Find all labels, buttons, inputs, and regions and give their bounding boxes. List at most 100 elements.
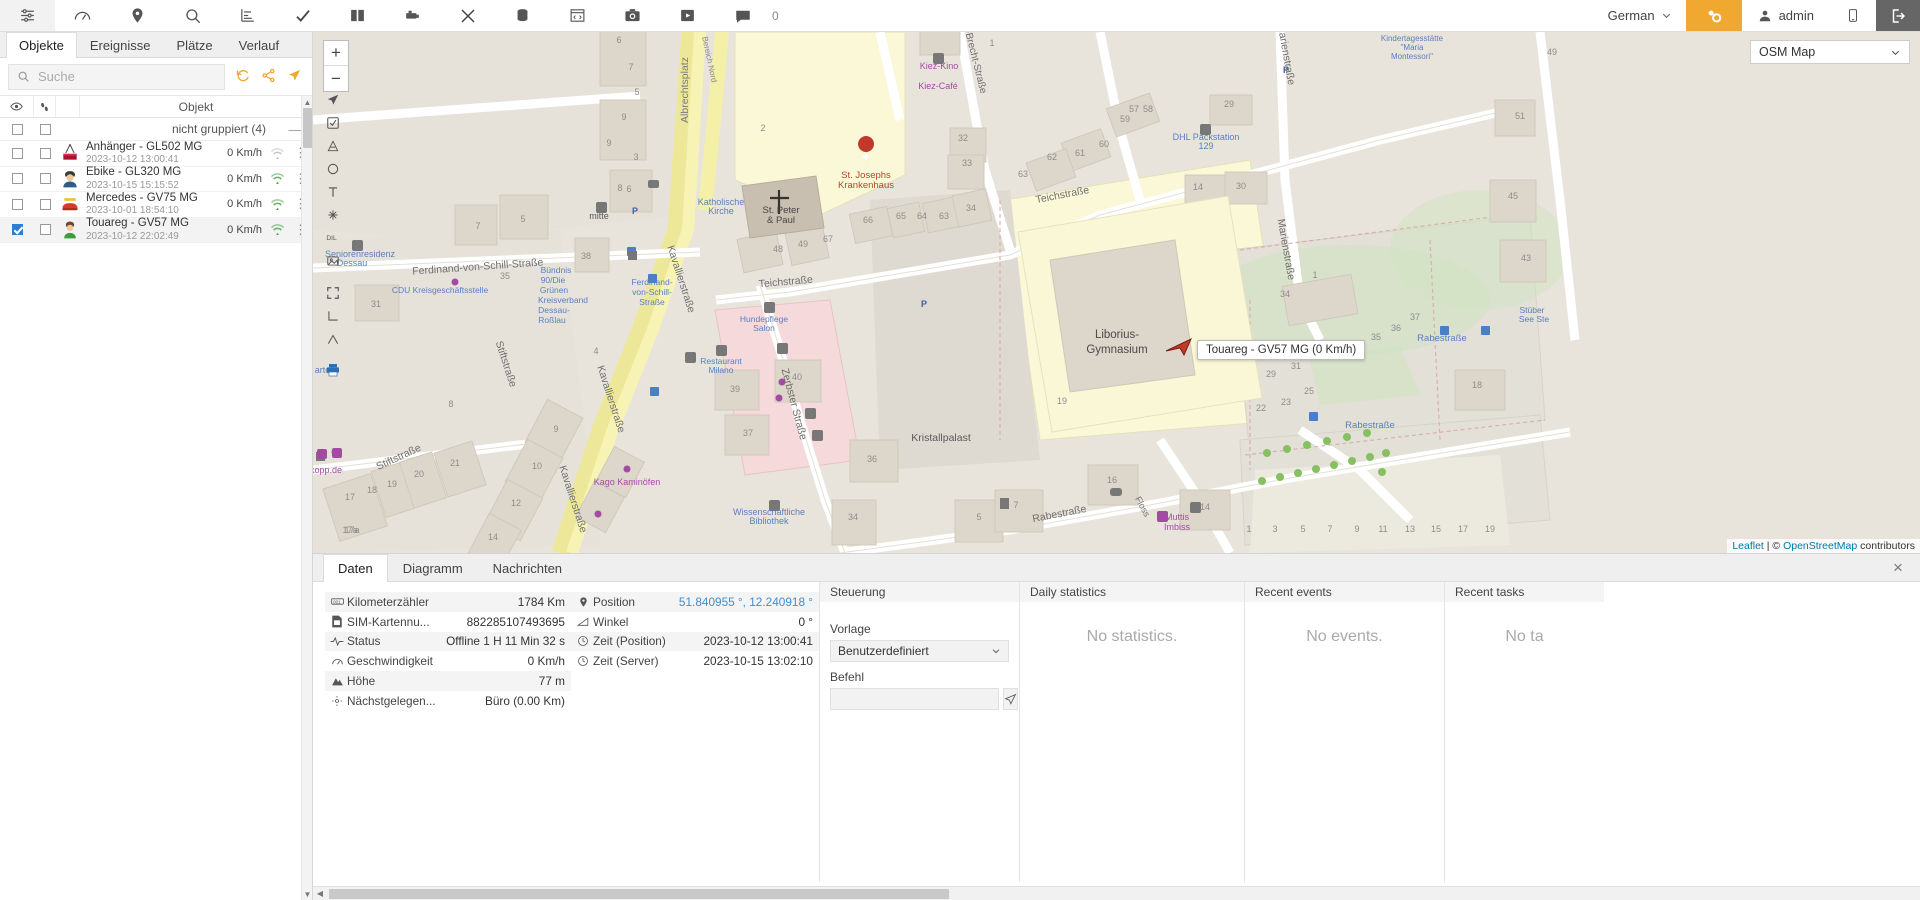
refresh-button[interactable]	[233, 68, 251, 86]
group-row[interactable]: nicht gruppiert (4) —	[0, 118, 312, 141]
camera-icon[interactable]	[605, 0, 660, 31]
trail-checkbox[interactable]	[39, 147, 51, 159]
left-sidebar: Objekte Ereignisse Plätze Verlauf Suche …	[0, 32, 313, 900]
object-name: Mercedes - GV75 MG	[86, 191, 198, 204]
reports-chart-icon[interactable]	[220, 0, 275, 31]
sidebar-scrollbar[interactable]: ▲ ▼	[301, 96, 312, 900]
command-input[interactable]	[830, 688, 999, 710]
settings-sliders-icon[interactable]	[0, 0, 55, 31]
follow-button[interactable]	[286, 68, 304, 86]
chevron-down-icon	[1891, 50, 1900, 55]
object-row-touareg[interactable]: Touareg - GV57 MG 2023-10-12 22:02:49 0 …	[0, 217, 312, 243]
measure-tool[interactable]	[322, 134, 344, 157]
object-name-cell: Mercedes - GV75 MG 2023-10-01 18:54:10	[84, 192, 208, 217]
object-row-anhaenger[interactable]: Anhänger - GL502 MG 2023-10-12 13:00:41 …	[0, 141, 312, 167]
command-row	[830, 688, 1018, 710]
vehicle-marker[interactable]	[1164, 333, 1194, 362]
route-tool[interactable]: DIL	[322, 226, 344, 249]
person-green-icon	[56, 220, 84, 240]
object-name-cell: Anhänger - GL502 MG 2023-10-12 13:00:41	[84, 141, 208, 166]
trail-column-icon[interactable]	[34, 96, 56, 117]
scroll-left-arrow[interactable]: ◀	[313, 889, 327, 898]
maintenance-engine-icon[interactable]	[385, 0, 440, 31]
zoom-in-button[interactable]: +	[324, 41, 348, 66]
object-time: 2023-10-12 13:00:41	[86, 154, 179, 166]
map-type-selector[interactable]: OSM Map	[1750, 40, 1910, 64]
details-horizontal-scrollbar[interactable]: ◀	[313, 886, 1920, 900]
map-marker-icon[interactable]	[110, 0, 165, 31]
language-label: German	[1607, 8, 1655, 23]
image-tool[interactable]	[322, 249, 344, 272]
tab-verlauf[interactable]: Verlauf	[226, 32, 292, 57]
tab-objekte[interactable]: Objekte	[6, 32, 77, 58]
position-value[interactable]: 51.840955 °, 12.240918 °	[679, 595, 813, 609]
tasks-check-icon[interactable]	[275, 0, 330, 31]
group-trail-checkbox[interactable]	[39, 123, 51, 135]
template-label: Vorlage	[830, 622, 871, 636]
object-time: 2023-10-01 18:54:10	[86, 205, 179, 217]
tab-daten[interactable]: Daten	[323, 554, 388, 582]
visibility-checkbox[interactable]	[11, 147, 23, 159]
video-icon[interactable]	[660, 0, 715, 31]
close-panel-button[interactable]: ×	[1886, 554, 1910, 582]
trail-checkbox[interactable]	[39, 198, 51, 210]
tools-icon[interactable]	[440, 0, 495, 31]
code-window-icon[interactable]	[550, 0, 605, 31]
language-selector[interactable]: German	[1594, 0, 1686, 31]
print-tool[interactable]	[322, 358, 344, 382]
visibility-checkbox[interactable]	[11, 173, 23, 185]
visibility-column-icon[interactable]	[0, 96, 34, 117]
hscroll-thumb[interactable]	[329, 888, 949, 899]
object-row-mercedes[interactable]: Mercedes - GV75 MG 2023-10-01 18:54:10 0…	[0, 192, 312, 218]
map-view[interactable]: PPP Albrechtsplatz St. Josephs Krankenha…	[313, 32, 1920, 553]
group-visibility-checkbox[interactable]	[11, 123, 23, 135]
trail-checkbox[interactable]	[39, 224, 51, 236]
data-row-speed: Geschwindigkeit 0 Km/h	[325, 651, 571, 671]
data-label: Winkel	[593, 614, 629, 629]
data-row-time-position: Zeit (Position) 2023-10-12 13:00:41	[571, 631, 819, 652]
template-select[interactable]: Benutzerdefiniert	[830, 640, 1009, 662]
select-tool[interactable]	[322, 111, 344, 134]
search-input[interactable]	[36, 68, 216, 85]
leaflet-link[interactable]: Leaflet	[1732, 540, 1764, 552]
logout-button[interactable]	[1876, 0, 1920, 31]
status-pulse-icon	[327, 636, 347, 647]
tab-plaetze[interactable]: Plätze	[164, 32, 226, 57]
map-zoom-control: + −	[323, 40, 349, 92]
text-tool[interactable]	[322, 180, 344, 203]
object-row-ebike[interactable]: Ebike - GL320 MG 2023-10-15 15:15:52 0 K…	[0, 166, 312, 192]
search-icon[interactable]	[165, 0, 220, 31]
visibility-checkbox[interactable]	[11, 198, 23, 210]
data-label: Zeit (Position)	[593, 634, 666, 649]
settings-gear-button[interactable]	[1685, 0, 1742, 31]
scroll-down-arrow[interactable]: ▼	[302, 888, 313, 900]
recent-events-title: Recent events	[1245, 582, 1444, 602]
scroll-up-arrow[interactable]: ▲	[302, 96, 313, 108]
scroll-thumb[interactable]	[303, 108, 312, 148]
dashboard-gauge-icon[interactable]	[55, 0, 110, 31]
marker-tool[interactable]	[322, 203, 344, 226]
share-button[interactable]	[259, 68, 277, 86]
chat-icon[interactable]	[715, 0, 770, 31]
tab-ereignisse[interactable]: Ereignisse	[77, 32, 164, 57]
trail-checkbox[interactable]	[39, 173, 51, 185]
mobile-view-button[interactable]	[1830, 0, 1876, 31]
user-menu[interactable]: admin	[1742, 0, 1830, 31]
data-label: Kilometerzähler	[347, 594, 429, 609]
fullscreen-tool[interactable]	[322, 281, 344, 304]
circle-tool[interactable]	[322, 157, 344, 180]
search-box[interactable]	[8, 63, 225, 90]
openstreetmap-link[interactable]: OpenStreetMap	[1783, 540, 1857, 552]
line-tool[interactable]	[322, 327, 344, 350]
logout-icon	[1892, 8, 1906, 23]
visibility-checkbox[interactable]	[11, 224, 23, 236]
send-command-button[interactable]	[1003, 688, 1018, 710]
tab-nachrichten[interactable]: Nachrichten	[478, 554, 577, 581]
tab-diagramm[interactable]: Diagramm	[388, 554, 478, 581]
book-icon[interactable]	[330, 0, 385, 31]
details-tabs: Daten Diagramm Nachrichten ×	[313, 554, 1920, 582]
navigate-tool[interactable]	[322, 88, 344, 111]
database-icon[interactable]	[495, 0, 550, 31]
corner-tool[interactable]	[322, 304, 344, 327]
